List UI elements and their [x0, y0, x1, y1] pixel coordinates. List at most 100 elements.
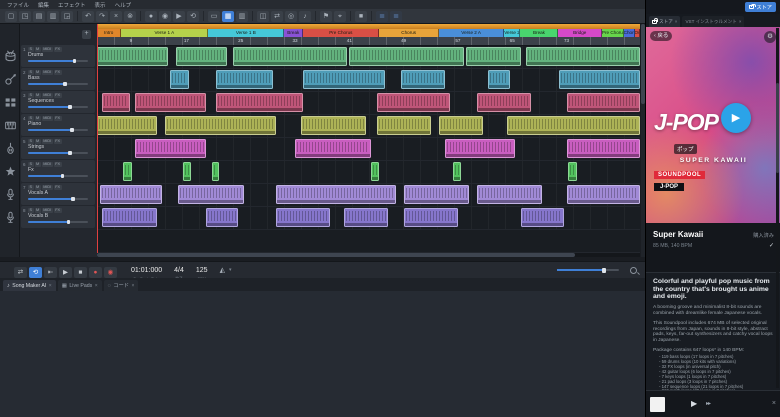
audio-clip[interactable] [567, 185, 640, 204]
scrollbar-thumb[interactable] [97, 253, 575, 257]
stop-button[interactable]: ■ [74, 267, 87, 278]
track-m-button[interactable]: M [35, 162, 41, 168]
audio-clip[interactable] [102, 93, 129, 112]
section-marker[interactable]: Verse 1 B [208, 29, 284, 37]
audio-clip[interactable] [212, 162, 219, 181]
toolbar-record-take-button[interactable]: ◉ [159, 11, 171, 22]
play-icon[interactable]: ▶ [691, 400, 697, 408]
audio-clip[interactable] [371, 162, 379, 181]
close-icon[interactable]: × [131, 283, 134, 289]
track-midi-button[interactable]: MIDI [42, 70, 53, 76]
audio-clip[interactable] [216, 70, 273, 89]
section-marker[interactable]: Break [284, 29, 303, 37]
toolbar-preview-button[interactable]: ▶ [173, 11, 185, 22]
close-icon[interactable]: × [49, 283, 52, 289]
track-volume-slider[interactable] [28, 106, 88, 108]
tab-live-pads[interactable]: ▦Live Pads× [58, 280, 102, 291]
toolbar-view-grid-button[interactable]: ▦ [222, 11, 234, 22]
track-header[interactable]: 5SMMIDIFXStrings [21, 137, 95, 159]
play-icon[interactable]: ▶ [721, 103, 751, 133]
toolbar-open-button[interactable]: ◳ [19, 11, 31, 22]
record-midi-button[interactable]: ◉ [104, 267, 117, 278]
audio-clip[interactable] [404, 208, 458, 227]
toolbar-automation-button[interactable]: ◎ [285, 11, 297, 22]
tab-song-maker-ai[interactable]: ♪Song Maker AI× [3, 280, 56, 291]
audio-clip[interactable] [439, 116, 482, 135]
track-midi-button[interactable]: MIDI [42, 116, 53, 122]
section-marker[interactable]: Verse 1 A [121, 29, 208, 37]
audio-clip[interactable] [521, 208, 564, 227]
track-volume-slider[interactable] [28, 221, 88, 223]
audio-clip[interactable] [507, 116, 640, 135]
audio-clip[interactable] [301, 116, 366, 135]
horizontal-scrollbar[interactable] [97, 253, 640, 257]
audio-clip[interactable] [135, 139, 206, 158]
audio-clip[interactable] [567, 139, 640, 158]
close-icon[interactable]: × [772, 400, 776, 408]
audio-clip[interactable] [100, 185, 162, 204]
toolbar-save-button[interactable]: ▤ [33, 11, 45, 22]
cycle-button[interactable]: ⟲ [29, 267, 42, 278]
toolbar-save-as-button[interactable]: ▥ [47, 11, 59, 22]
menu-item[interactable]: 表示 [95, 1, 106, 9]
section-marker[interactable]: Chorus [379, 29, 439, 37]
audio-clip[interactable] [135, 93, 206, 112]
section-marker[interactable]: Pre Chorus [602, 29, 624, 37]
track-volume-slider[interactable] [28, 175, 88, 177]
chevron-down-icon[interactable]: ▾ [229, 267, 232, 273]
track-fx-button[interactable]: FX [54, 162, 62, 168]
section-marker[interactable]: Verse 2 B [504, 29, 520, 37]
track-volume-slider[interactable] [28, 83, 88, 85]
toolbar-cut-button[interactable]: × [110, 11, 122, 22]
tab-vst-instruments[interactable]: VST インストゥルメント × [682, 16, 744, 27]
audio-clip[interactable] [176, 47, 228, 66]
audio-clip[interactable] [97, 116, 157, 135]
toolbar-redo-button[interactable]: ↷ [96, 11, 108, 22]
next-track-icon[interactable]: ▸▸ [706, 401, 710, 408]
store-button[interactable]: ストア [745, 2, 776, 12]
back-button[interactable]: ‹ 戻る [650, 31, 672, 41]
audio-clip[interactable] [349, 47, 463, 66]
play-button[interactable]: ▶ [59, 267, 72, 278]
audio-clip[interactable] [401, 70, 444, 89]
audio-clip[interactable] [567, 93, 640, 112]
track-midi-button[interactable]: MIDI [42, 162, 53, 168]
track-volume-slider[interactable] [28, 60, 88, 62]
track-fx-button[interactable]: FX [54, 70, 62, 76]
audio-clip[interactable] [488, 70, 510, 89]
scrollbar-thumb[interactable] [776, 83, 779, 173]
section-marker[interactable]: Bridge [558, 29, 601, 37]
audio-clip[interactable] [183, 162, 192, 181]
section-marker[interactable]: Chorus [624, 29, 635, 37]
master-volume-slider[interactable] [557, 269, 619, 271]
audio-clip[interactable] [276, 208, 330, 227]
audio-clip[interactable] [216, 93, 303, 112]
audio-clip[interactable] [276, 185, 395, 204]
toolbar-object-editor-button[interactable]: ◫ [257, 11, 269, 22]
toolbar-view-mixer-button[interactable]: ▥ [236, 11, 248, 22]
toolbar-panel-right-button[interactable]: ≣ [390, 11, 402, 22]
track-fx-button[interactable]: FX [54, 139, 62, 145]
audio-clip[interactable] [170, 70, 189, 89]
track-fx-button[interactable]: FX [54, 47, 62, 53]
track-header[interactable]: 2SMMIDIFXBass [21, 68, 95, 90]
audio-clip[interactable] [165, 116, 276, 135]
audio-clip[interactable] [453, 162, 462, 181]
toolbar-view-arranger-button[interactable]: ▭ [208, 11, 220, 22]
store-scrollbar[interactable] [776, 28, 779, 388]
track-header[interactable]: 6SMMIDIFXFx [21, 160, 95, 182]
track-fx-button[interactable]: FX [54, 185, 62, 191]
add-track-button[interactable]: + [82, 30, 91, 39]
skip-start-button[interactable]: ⇤ [44, 267, 57, 278]
toolbar-record-audio-button[interactable]: ● [145, 11, 157, 22]
menu-item[interactable]: ファイル [7, 1, 29, 9]
track-volume-slider[interactable] [28, 152, 88, 154]
track-volume-slider[interactable] [28, 129, 88, 131]
toolbar-panel-left-button[interactable]: ≣ [376, 11, 388, 22]
audio-clip[interactable] [377, 93, 450, 112]
tab-コード[interactable]: ◌コード× [104, 280, 139, 291]
audio-clip[interactable] [102, 208, 156, 227]
options-gear-icon[interactable]: ⚙ [764, 31, 776, 43]
tab-store[interactable]: ストア × [649, 16, 680, 27]
track-fx-button[interactable]: FX [54, 93, 62, 99]
